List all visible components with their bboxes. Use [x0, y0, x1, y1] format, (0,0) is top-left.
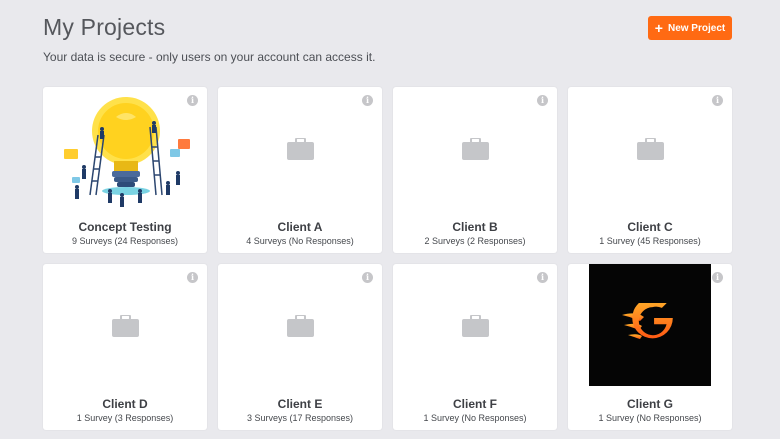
- project-meta: 3 Surveys (17 Responses): [246, 413, 354, 423]
- project-name: Client B: [452, 220, 498, 234]
- project-card-concept-testing[interactable]: i Concept Testing 9 Surveys (24 Response…: [43, 87, 207, 253]
- briefcase-icon: [461, 314, 489, 337]
- card-thumbnail: [589, 264, 711, 386]
- page-title: My Projects: [43, 14, 166, 40]
- project-card-client-e[interactable]: i Client E 3 Surveys (17 Responses): [218, 264, 382, 430]
- new-project-button[interactable]: + New Project: [648, 16, 732, 40]
- project-meta: 1 Survey (3 Responses): [76, 413, 174, 423]
- project-card-client-b[interactable]: i Client B 2 Surveys (2 Responses): [393, 87, 557, 253]
- plus-icon: +: [654, 19, 663, 36]
- project-name: Client A: [277, 220, 323, 234]
- info-icon[interactable]: i: [712, 272, 723, 283]
- card-thumbnail: [568, 87, 732, 212]
- project-meta: 4 Surveys (No Responses): [246, 236, 354, 246]
- project-name: Client C: [627, 220, 673, 234]
- project-card-client-d[interactable]: i Client D 1 Survey (3 Responses): [43, 264, 207, 430]
- card-thumbnail: [43, 87, 207, 212]
- briefcase-icon: [286, 137, 314, 160]
- project-card-client-c[interactable]: i Client C 1 Survey (45 Responses): [568, 87, 732, 253]
- project-meta: 2 Surveys (2 Responses): [424, 236, 526, 246]
- project-meta: 9 Surveys (24 Responses): [71, 236, 179, 246]
- project-card-client-a[interactable]: i Client A 4 Surveys (No Responses): [218, 87, 382, 253]
- project-name: Client D: [102, 397, 148, 411]
- project-card-client-g[interactable]: i Client G 1 Survey (No Responses): [568, 264, 732, 430]
- briefcase-icon: [111, 314, 139, 337]
- lightbulb-illustration: [64, 97, 190, 207]
- project-name: Client E: [277, 397, 323, 411]
- briefcase-icon: [461, 137, 489, 160]
- briefcase-icon: [286, 314, 314, 337]
- project-meta: 1 Survey (No Responses): [598, 413, 702, 423]
- project-meta: 1 Survey (45 Responses): [599, 236, 701, 246]
- card-thumbnail: [393, 87, 557, 212]
- new-project-label: New Project: [667, 22, 726, 34]
- project-name: Concept Testing: [78, 220, 172, 234]
- project-name: Client G: [626, 397, 673, 411]
- project-grid: i Concept Testing 9 Surveys (24 Response…: [43, 87, 732, 430]
- card-thumbnail: [43, 264, 207, 389]
- card-thumbnail: [218, 87, 382, 212]
- g-flame-logo: [622, 303, 673, 339]
- project-card-client-f[interactable]: i Client F 1 Survey (No Responses): [393, 264, 557, 430]
- page-subtitle: Your data is secure - only users on your…: [43, 50, 376, 64]
- card-thumbnail: [393, 264, 557, 389]
- project-meta: 1 Survey (No Responses): [423, 413, 527, 423]
- briefcase-icon: [636, 137, 664, 160]
- project-name: Client F: [453, 397, 497, 411]
- card-thumbnail: [218, 264, 382, 389]
